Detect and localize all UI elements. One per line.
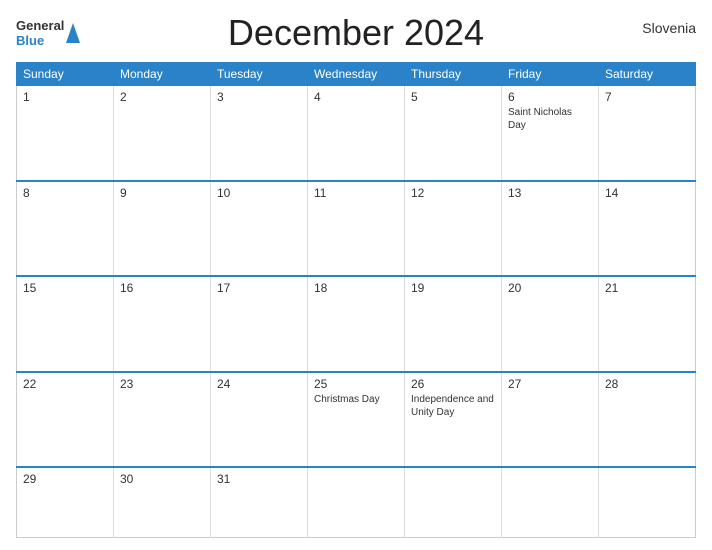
logo: General Blue [16,18,80,48]
day-number: 11 [314,186,398,200]
calendar-cell [308,467,405,537]
calendar-cell: 16 [114,276,211,371]
calendar-cell [599,467,696,537]
day-number: 15 [23,281,107,295]
day-number: 6 [508,90,592,104]
calendar-cell: 5 [405,86,502,181]
logo-text: General Blue [16,18,64,48]
calendar-cell: 3 [211,86,308,181]
calendar-cell: 20 [502,276,599,371]
calendar-cell: 18 [308,276,405,371]
calendar-cell: 29 [17,467,114,537]
day-number: 22 [23,377,107,391]
day-number: 29 [23,472,107,486]
column-header-monday: Monday [114,63,211,86]
calendar-cell: 7 [599,86,696,181]
day-number: 23 [120,377,204,391]
calendar-cell [405,467,502,537]
day-number: 9 [120,186,204,200]
column-header-saturday: Saturday [599,63,696,86]
calendar-cell: 30 [114,467,211,537]
column-header-tuesday: Tuesday [211,63,308,86]
calendar-page: General Blue December 2024 Slovenia Sund… [0,0,712,550]
day-number: 5 [411,90,495,104]
calendar-header-row: SundayMondayTuesdayWednesdayThursdayFrid… [17,63,696,86]
day-number: 7 [605,90,689,104]
column-header-thursday: Thursday [405,63,502,86]
country-label: Slovenia [642,20,696,36]
calendar-cell: 6 Saint Nicholas Day [502,86,599,181]
day-number: 13 [508,186,592,200]
calendar-body: 123456Saint Nicholas Day7891011121314151… [17,86,696,538]
calendar-cell: 27 [502,372,599,467]
calendar-cell: 17 [211,276,308,371]
calendar-cell: 21 [599,276,696,371]
day-number: 30 [120,472,204,486]
page-title: December 2024 [228,12,484,54]
calendar-cell: 15 [17,276,114,371]
calendar-cell [502,467,599,537]
event-label: Independence and Unity Day [411,393,495,419]
calendar-cell: 13 [502,181,599,276]
calendar-cell: 31 [211,467,308,537]
day-number: 1 [23,90,107,104]
calendar-cell: 26 Independence and Unity Day [405,372,502,467]
day-number: 26 [411,377,495,391]
day-number: 19 [411,281,495,295]
day-number: 20 [508,281,592,295]
calendar-week-3: 22 23 24 25 Christmas Day 26 Independence and … [17,372,696,467]
column-header-wednesday: Wednesday [308,63,405,86]
calendar-cell: 2 [114,86,211,181]
day-number: 31 [217,472,301,486]
event-label: Saint Nicholas Day [508,106,592,132]
day-number: 24 [217,377,301,391]
day-number: 2 [120,90,204,104]
day-number: 28 [605,377,689,391]
calendar-cell: 14 [599,181,696,276]
calendar-week-4: 29 30 31 [17,467,696,537]
calendar-cell: 8 [17,181,114,276]
calendar-header: General Blue December 2024 Slovenia [16,12,696,54]
calendar-week-1: 89 10 11 12 13 14 [17,181,696,276]
day-number: 17 [217,281,301,295]
calendar-cell: 12 [405,181,502,276]
calendar-cell: 25 Christmas Day [308,372,405,467]
calendar-cell: 19 [405,276,502,371]
calendar-cell: 4 [308,86,405,181]
day-number: 25 [314,377,398,391]
logo-blue-text: Blue [16,33,64,48]
calendar-cell: 23 [114,372,211,467]
column-header-sunday: Sunday [17,63,114,86]
calendar-week-0: 123456 Saint Nicholas Day 7 [17,86,696,181]
calendar-cell: 28 [599,372,696,467]
day-number: 8 [23,186,107,200]
calendar-cell: 11 [308,181,405,276]
day-number: 27 [508,377,592,391]
day-number: 18 [314,281,398,295]
calendar-table: SundayMondayTuesdayWednesdayThursdayFrid… [16,62,696,538]
logo-general: General [16,18,64,33]
calendar-cell: 22 [17,372,114,467]
day-number: 10 [217,186,301,200]
logo-triangle-icon [66,23,80,48]
calendar-cell: 9 [114,181,211,276]
calendar-week-2: 15 16 17 18 19 20 21 [17,276,696,371]
day-number: 21 [605,281,689,295]
day-number: 4 [314,90,398,104]
calendar-cell: 1 [17,86,114,181]
calendar-cell: 24 [211,372,308,467]
day-number: 16 [120,281,204,295]
column-header-friday: Friday [502,63,599,86]
day-number: 3 [217,90,301,104]
day-number: 12 [411,186,495,200]
day-number: 14 [605,186,689,200]
event-label: Christmas Day [314,393,398,406]
calendar-cell: 10 [211,181,308,276]
